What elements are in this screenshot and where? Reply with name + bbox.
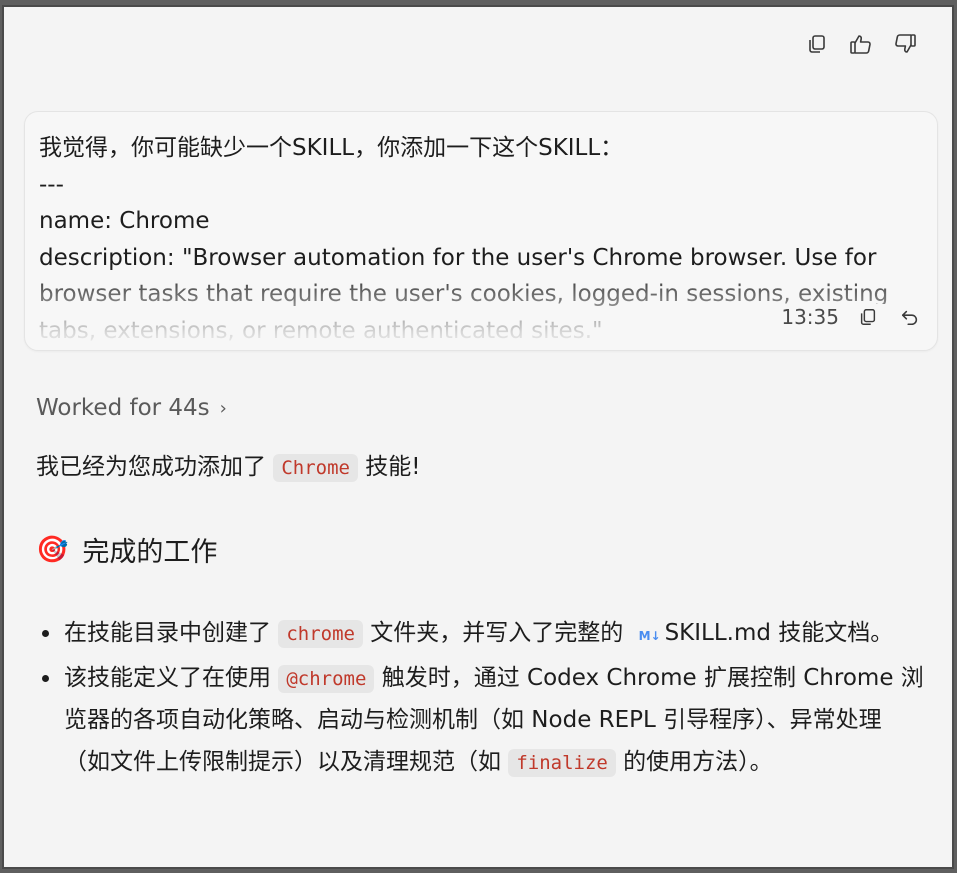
reply-intro-text-end: 技能! <box>357 454 421 480</box>
chat-window: 我觉得，你可能缺少一个SKILL，你添加一下这个SKILL： --- name:… <box>2 5 954 869</box>
list-item-text: 在技能目录中创建了 <box>64 620 279 646</box>
user-message-bubble: 我觉得，你可能缺少一个SKILL，你添加一下这个SKILL： --- name:… <box>24 111 938 351</box>
worked-label: Worked for 44s <box>36 395 210 421</box>
target-icon: 🎯 <box>36 534 69 565</box>
markdown-icon: M↓ <box>638 629 661 643</box>
thumbs-down-icon[interactable] <box>892 31 918 57</box>
copy-icon[interactable] <box>804 31 830 57</box>
message-actions <box>804 31 918 57</box>
heading-text: 完成的工作 <box>82 537 218 568</box>
section-heading: 🎯 完成的工作 <box>36 530 926 569</box>
work-list: 在技能目录中创建了 chrome 文件夹，并写入了完整的 M↓ SKILL.md … <box>36 613 926 784</box>
list-item-text: 的使用方法）。 <box>615 748 773 775</box>
assistant-reply: 我已经为您成功添加了 Chrome 技能! 🎯 完成的工作 在技能目录中创建了 … <box>36 447 926 784</box>
message-timestamp: 13:35 <box>781 305 839 329</box>
inline-code: @chrome <box>278 664 375 693</box>
inline-code: chrome <box>278 620 363 648</box>
inline-code: finalize <box>508 748 616 777</box>
list-item-text: 技能文档。 <box>771 620 894 646</box>
list-item: 在技能目录中创建了 chrome 文件夹，并写入了完整的 M↓ SKILL.md … <box>42 613 926 658</box>
list-item-text: 文件夹，并写入了完整的 <box>362 620 631 646</box>
inline-code: Chrome <box>273 454 358 482</box>
list-item-text: 该技能定义了在使用 <box>64 664 279 691</box>
copy-icon[interactable] <box>855 304 881 330</box>
list-item: 该技能定义了在使用 @chrome 触发时，通过 Codex Chrome 扩展… <box>42 658 926 785</box>
chevron-right-icon: › <box>219 397 227 419</box>
reply-intro-text: 我已经为您成功添加了 <box>36 454 274 480</box>
worked-for-toggle[interactable]: Worked for 44s › <box>36 395 227 421</box>
reply-intro: 我已经为您成功添加了 Chrome 技能! <box>36 447 926 488</box>
undo-icon[interactable] <box>897 304 923 330</box>
thumbs-up-icon[interactable] <box>848 31 874 57</box>
user-message-footer: 13:35 <box>741 304 923 330</box>
file-link[interactable]: SKILL.md <box>665 620 771 646</box>
